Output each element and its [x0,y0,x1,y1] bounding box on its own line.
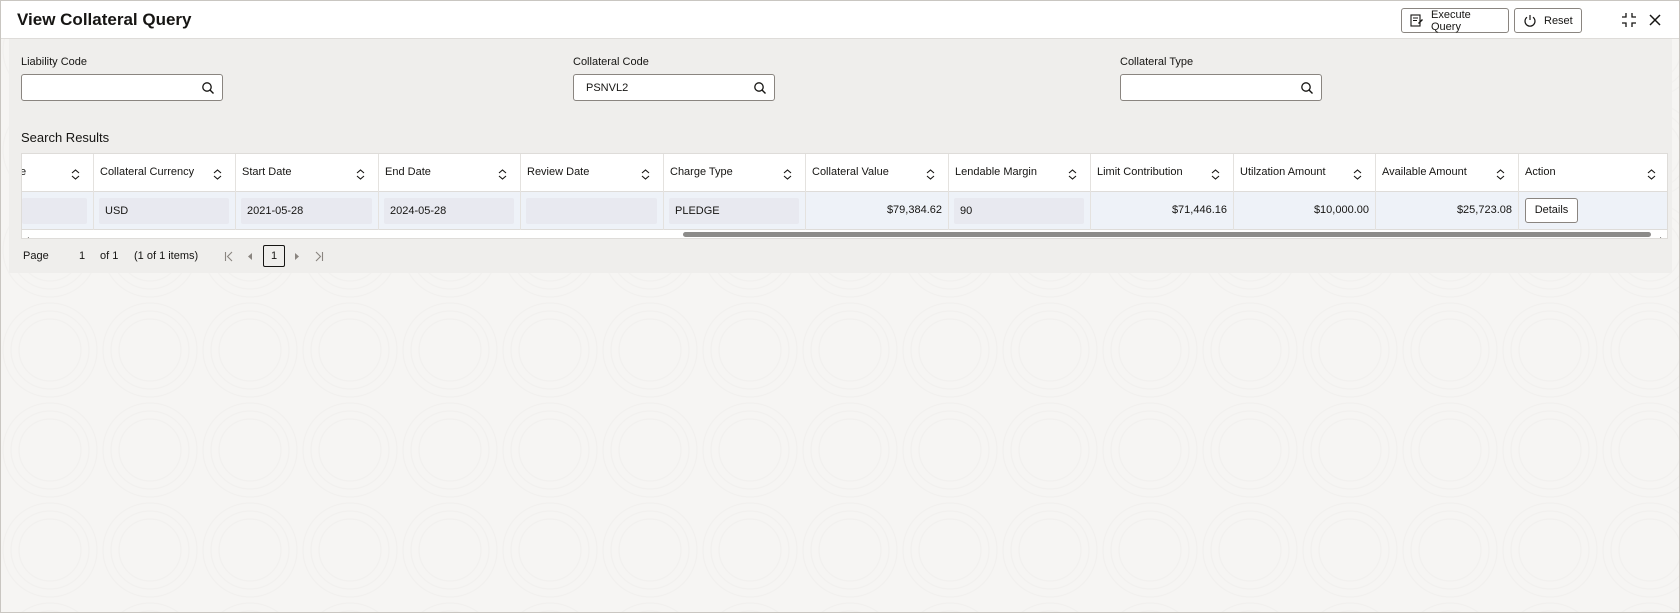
pagination: Page 1 of 1 (1 of 1 items) 1 [21,244,621,268]
end-date-value: 2024-05-28 [384,198,514,224]
currency-value: USD [99,198,229,224]
collateral-value: $79,384.62 [886,204,942,216]
details-button[interactable]: Details [1525,198,1578,223]
sort-icon[interactable] [926,167,935,180]
liability-code-input[interactable] [34,81,194,95]
collateral-code-field[interactable] [573,74,775,101]
page-of-label: of 1 [100,250,119,262]
page-label: Page [23,250,49,262]
sort-icon[interactable] [783,167,792,180]
reset-icon [1523,14,1537,28]
table-cell [521,192,664,230]
sort-icon[interactable] [1647,167,1656,180]
window-header: View Collateral Query Execute Query Rese… [1,1,1679,39]
column-header[interactable]: Utilzation Amount [1234,154,1376,192]
table-cell: Details [1519,192,1667,230]
execute-query-label: Execute Query [1431,8,1471,33]
table-cell [22,192,94,230]
scrollbar-thumb[interactable] [683,232,1651,237]
page-number-input[interactable]: 1 [79,250,85,262]
available-amount-value: $25,723.08 [1456,204,1512,216]
column-header[interactable]: Review Date [521,154,664,192]
collateral-query-window: View Collateral Query Execute Query Rese… [0,0,1680,613]
sort-icon[interactable] [213,167,222,180]
search-results-title: Search Results [21,130,110,145]
column-header[interactable]: Available Amount [1376,154,1519,192]
close-icon[interactable] [1646,11,1664,29]
sort-icon[interactable] [1211,167,1220,180]
column-header[interactable]: Lendable Margin [949,154,1091,192]
column-header[interactable]: Start Date [236,154,379,192]
liability-code-field[interactable] [21,74,223,101]
sort-icon[interactable] [641,167,650,180]
table-cell: PLEDGE [664,192,806,230]
page-title: View Collateral Query [17,10,192,29]
reset-button[interactable]: Reset [1514,8,1582,33]
column-header[interactable]: End Date [379,154,521,192]
limit-contribution-value: $71,446.16 [1171,204,1227,216]
column-header[interactable]: Collateral Currency [94,154,236,192]
horizontal-scrollbar[interactable] [22,230,1667,238]
last-page-icon[interactable] [313,251,324,262]
collateral-type-field[interactable] [1120,74,1322,101]
execute-query-button[interactable]: Execute Query [1401,8,1509,33]
start-date-value: 2021-05-28 [241,198,372,224]
table-cell: $10,000.00 [1234,192,1376,230]
table-cell: $25,723.08 [1376,192,1519,230]
sort-icon[interactable] [71,167,80,180]
table-cell: 2021-05-28 [236,192,379,230]
collateral-code-input[interactable] [586,81,746,95]
search-icon[interactable] [753,81,767,95]
table-cell: $79,384.62 [806,192,949,230]
scroll-left-icon[interactable] [24,231,30,238]
lendable-margin-value: 90 [954,198,1084,224]
collateral-code-label: Collateral Code [573,56,649,68]
liability-code-label: Liability Code [21,56,88,68]
table-cell: $71,446.16 [1091,192,1234,230]
search-icon[interactable] [1300,81,1314,95]
table-cell: USD [94,192,236,230]
utilization-amount-value: $10,000.00 [1313,204,1369,216]
charge-type-value: PLEDGE [669,198,799,224]
reset-label: Reset [1544,14,1573,27]
sort-icon[interactable] [1068,167,1077,180]
query-panel: Liability Code Collateral Code Collatera… [9,39,1672,273]
collapse-icon[interactable] [1620,11,1638,29]
review-date-value [526,198,657,224]
items-count: (1 of 1 items) [134,250,199,262]
column-header[interactable]: Collateral Value [806,154,949,192]
table-row[interactable]: USD 2021-05-28 2024-05-28 PLEDGE $79,384… [22,192,1667,230]
sort-icon[interactable] [1496,167,1505,180]
sort-icon[interactable] [356,167,365,180]
column-header[interactable]: Charge Type [664,154,806,192]
column-header[interactable]: Limit Contribution [1091,154,1234,192]
first-page-icon[interactable] [224,251,235,262]
execute-query-icon [1410,13,1424,28]
table-header: e Collateral Currency Start Date End Dat… [22,154,1667,192]
scroll-right-icon[interactable] [1659,231,1665,238]
table-cell: 90 [949,192,1091,230]
collateral-type-label: Collateral Type [1120,56,1194,68]
current-page-button[interactable]: 1 [263,245,285,267]
table-cell: 2024-05-28 [379,192,521,230]
next-page-icon[interactable] [291,251,302,262]
sort-icon[interactable] [498,167,507,180]
search-icon[interactable] [201,81,215,95]
collateral-type-input[interactable] [1133,81,1293,95]
column-header[interactable]: e [22,154,94,192]
previous-page-icon[interactable] [245,251,256,262]
sort-icon[interactable] [1353,167,1362,180]
column-header[interactable]: Action [1519,154,1667,192]
results-table: e Collateral Currency Start Date End Dat… [21,153,1668,239]
